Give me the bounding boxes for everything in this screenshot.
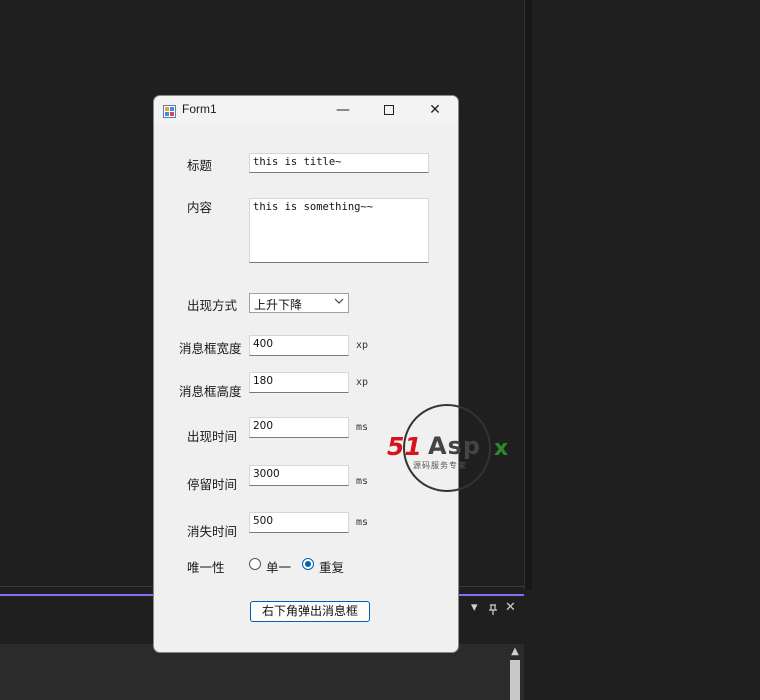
title-input[interactable]: this is title~ (249, 153, 429, 173)
minimize-button[interactable]: — (320, 96, 366, 124)
show-time-unit: ms (356, 422, 369, 433)
radio-single[interactable] (249, 558, 261, 570)
watermark-subtitle: 源码服务专家 (413, 461, 467, 470)
unique-label: 唯一性 (187, 560, 225, 575)
stay-time-label: 停留时间 (187, 477, 238, 492)
width-input[interactable]: 400 (249, 335, 349, 356)
window-title: Form1 (182, 102, 217, 116)
width-unit: xp (356, 340, 369, 351)
maximize-button[interactable] (366, 96, 412, 124)
height-label: 消息框高度 (179, 384, 242, 399)
appear-mode-value: 上升下降 (254, 298, 303, 312)
content-textarea[interactable]: this is something~~ (249, 198, 429, 263)
hide-time-input[interactable]: 500 (249, 512, 349, 533)
stay-time-input[interactable]: 3000 (249, 465, 349, 486)
radio-single-label[interactable]: 单一 (266, 557, 291, 576)
height-unit: xp (356, 377, 369, 388)
content-label: 内容 (187, 200, 213, 215)
panel-dropdown-icon[interactable]: ▾ (471, 600, 478, 616)
radio-repeat-label[interactable]: 重复 (319, 557, 344, 576)
ide-right-pane (532, 0, 760, 700)
title-label: 标题 (187, 158, 213, 173)
watermark-number: 51 (387, 432, 422, 461)
radio-repeat[interactable] (302, 558, 314, 570)
appear-mode-select[interactable]: 上升下降 (249, 293, 349, 313)
pin-icon[interactable] (488, 601, 498, 620)
hide-time-unit: ms (356, 517, 369, 528)
show-time-input[interactable]: 200 (249, 417, 349, 438)
scroll-up-icon[interactable]: ▲ (506, 645, 524, 659)
form-window: Form1 — ✕ 标题 this is title~ 内容 this is s… (153, 95, 459, 653)
show-time-label: 出现时间 (187, 429, 238, 444)
watermark-x: x (494, 436, 509, 461)
height-input[interactable]: 180 (249, 372, 349, 393)
width-label: 消息框宽度 (179, 341, 242, 356)
title-bar[interactable]: Form1 — ✕ (154, 96, 458, 124)
hide-time-label: 消失时间 (187, 524, 238, 539)
form-icon (163, 103, 176, 118)
close-button[interactable]: ✕ (412, 96, 458, 124)
panel-close-icon[interactable]: ✕ (505, 600, 516, 616)
show-popup-button[interactable]: 右下角弹出消息框 (250, 601, 370, 622)
scroll-thumb[interactable] (510, 660, 520, 700)
chevron-down-icon (334, 296, 344, 309)
stay-time-unit: ms (356, 476, 369, 487)
watermark-brand: Asp (428, 432, 482, 460)
appear-mode-label: 出现方式 (187, 298, 238, 313)
